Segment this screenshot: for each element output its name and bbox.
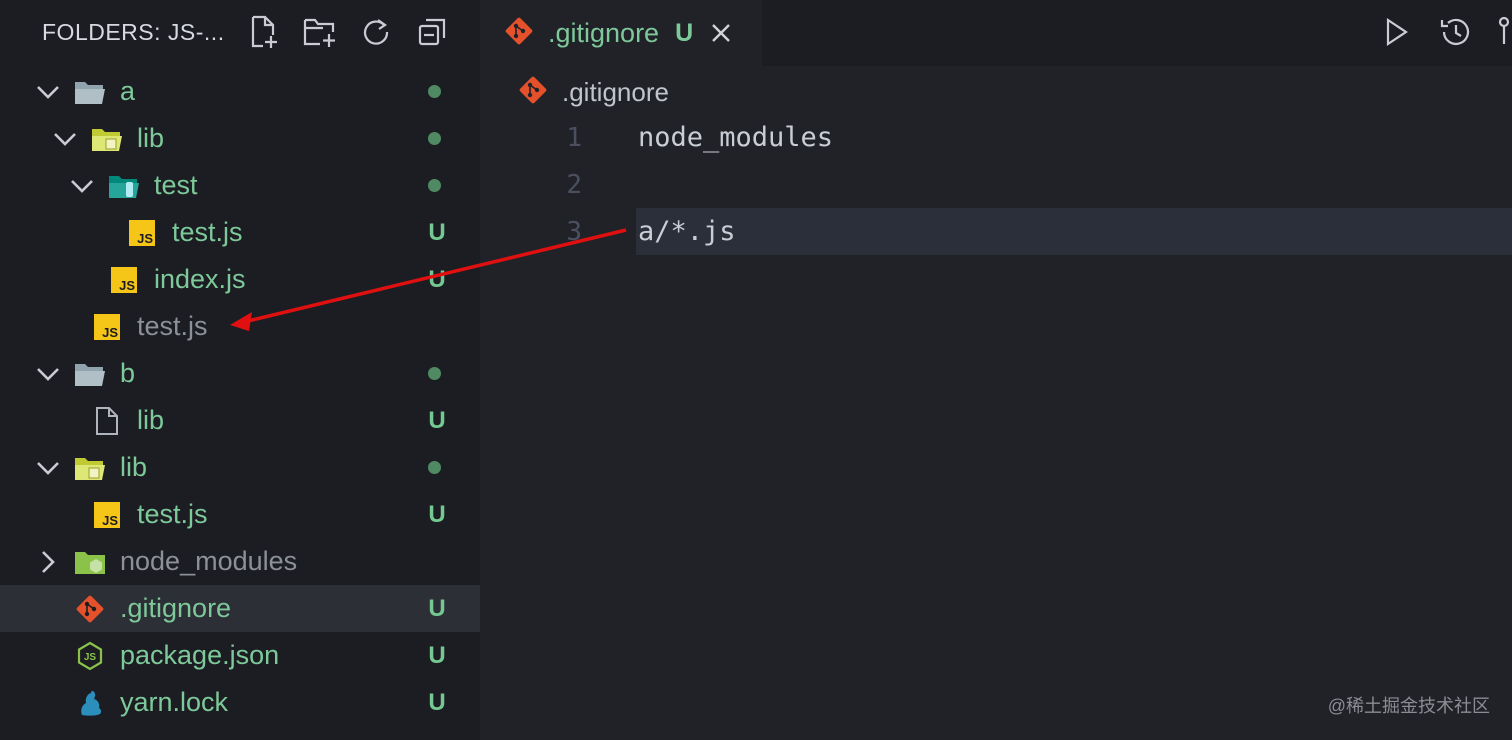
tree-item-label: test.js xyxy=(137,311,208,341)
tree-item-folder-lib-root[interactable]: lib xyxy=(0,444,480,491)
refresh-icon[interactable] xyxy=(358,14,394,50)
file-icon xyxy=(91,406,123,436)
line-text[interactable]: a/*.js xyxy=(638,216,736,247)
tree-item-file-test-js-ignored[interactable]: JS test.js xyxy=(0,303,480,350)
file-tree: a lib test JS test.js U JS index.js U JS… xyxy=(0,68,480,726)
git-icon xyxy=(504,16,534,51)
run-icon[interactable] xyxy=(1380,14,1412,50)
tree-item-label: a xyxy=(120,76,136,106)
yarn-icon xyxy=(74,688,106,718)
tree-item-label: test.js xyxy=(137,499,208,529)
chevron-right-icon[interactable] xyxy=(36,550,60,574)
tree-item-file-package-json[interactable]: JS package.json U xyxy=(0,632,480,679)
line-text[interactable]: node_modules xyxy=(638,122,833,153)
tree-item-folder-test[interactable]: test xyxy=(0,162,480,209)
code-line-current[interactable]: 3 a/*.js xyxy=(480,208,1512,255)
untracked-status: U xyxy=(428,594,446,622)
editor-actions xyxy=(1380,14,1512,50)
new-file-icon[interactable] xyxy=(246,14,282,50)
folder-node-icon xyxy=(74,547,106,577)
chevron-down-icon[interactable] xyxy=(36,362,60,386)
tree-item-label: index.js xyxy=(154,264,246,294)
untracked-status: U xyxy=(428,406,446,434)
tree-item-folder-lib[interactable]: lib xyxy=(0,115,480,162)
tab-status: U xyxy=(675,18,694,47)
tree-item-label: package.json xyxy=(120,640,280,670)
javascript-file-icon: JS xyxy=(91,312,123,342)
watermark: @稀土掘金技术社区 xyxy=(1327,696,1490,716)
line-number: 1 xyxy=(566,122,582,153)
untracked-status: U xyxy=(428,218,446,246)
modified-dot xyxy=(428,85,441,98)
svg-text:JS: JS xyxy=(84,652,97,663)
history-icon[interactable] xyxy=(1438,14,1470,50)
tree-item-label: node_modules xyxy=(120,546,298,576)
current-line-highlight xyxy=(636,208,1512,255)
chevron-down-icon[interactable] xyxy=(53,127,77,151)
compare-icon[interactable] xyxy=(1496,14,1512,50)
code-line[interactable]: 1 node_modules xyxy=(480,114,1512,161)
explorer-sidebar: FOLDERS: JS-... a lib test JS test.js U … xyxy=(0,0,480,740)
tab-label: .gitignore xyxy=(548,17,660,48)
explorer-header: FOLDERS: JS-... xyxy=(0,0,480,64)
tree-item-label: lib xyxy=(137,405,165,435)
explorer-title: FOLDERS: JS-... xyxy=(42,18,225,45)
tab-gitignore[interactable]: .gitignore U xyxy=(480,0,762,66)
folder-open-icon xyxy=(74,77,106,107)
editor-area: .gitignore U .gitignore 1 node_modules 2… xyxy=(480,0,1512,740)
breadcrumb[interactable]: .gitignore xyxy=(518,70,669,114)
tree-item-file-lib[interactable]: lib U xyxy=(0,397,480,444)
untracked-status: U xyxy=(428,265,446,293)
collapse-all-icon[interactable] xyxy=(414,14,450,50)
git-icon xyxy=(74,594,106,624)
nodejs-icon: JS xyxy=(74,641,106,671)
untracked-status: U xyxy=(428,641,446,669)
chevron-down-icon[interactable] xyxy=(36,80,60,104)
folder-test-icon xyxy=(108,171,140,201)
git-icon xyxy=(518,75,548,110)
tree-item-file-test-js[interactable]: JS test.js U xyxy=(0,491,480,538)
tree-item-file-yarn-lock[interactable]: yarn.lock U xyxy=(0,679,480,726)
tree-item-label: .gitignore xyxy=(120,593,232,623)
modified-dot xyxy=(428,461,441,474)
new-folder-icon[interactable] xyxy=(302,14,338,50)
folder-lib-icon xyxy=(91,124,123,154)
folder-open-icon xyxy=(74,359,106,389)
modified-dot xyxy=(428,367,441,380)
chevron-down-icon[interactable] xyxy=(36,456,60,480)
close-icon[interactable] xyxy=(709,21,733,45)
modified-dot xyxy=(428,132,441,145)
folder-lib-icon xyxy=(74,453,106,483)
tree-item-folder-node-modules[interactable]: node_modules xyxy=(0,538,480,585)
tree-item-label: lib xyxy=(120,452,148,482)
untracked-status: U xyxy=(428,500,446,528)
line-number: 3 xyxy=(566,216,582,247)
tree-item-label: b xyxy=(120,358,136,388)
tree-item-file-gitignore[interactable]: .gitignore U xyxy=(0,585,480,632)
line-number: 2 xyxy=(566,169,582,200)
explorer-actions xyxy=(246,14,450,50)
tab-bar: .gitignore U xyxy=(480,0,1512,66)
tree-item-file-index-js[interactable]: JS index.js U xyxy=(0,256,480,303)
modified-dot xyxy=(428,179,441,192)
code-line[interactable]: 2 xyxy=(480,161,1512,208)
tree-item-file-test-js[interactable]: JS test.js U xyxy=(0,209,480,256)
tree-item-label: test.js xyxy=(172,217,243,247)
tree-item-label: test xyxy=(154,170,198,200)
javascript-file-icon: JS xyxy=(108,265,140,295)
breadcrumb-filename: .gitignore xyxy=(562,76,669,107)
chevron-down-icon[interactable] xyxy=(70,174,94,198)
tree-item-label: yarn.lock xyxy=(120,687,229,717)
tree-item-folder-b[interactable]: b xyxy=(0,350,480,397)
tree-item-folder-a[interactable]: a xyxy=(0,68,480,115)
code-editor[interactable]: 1 node_modules 2 3 a/*.js xyxy=(480,114,1512,255)
javascript-file-icon: JS xyxy=(91,500,123,530)
untracked-status: U xyxy=(428,688,446,716)
tree-item-label: lib xyxy=(137,123,165,153)
javascript-file-icon: JS xyxy=(126,218,158,248)
